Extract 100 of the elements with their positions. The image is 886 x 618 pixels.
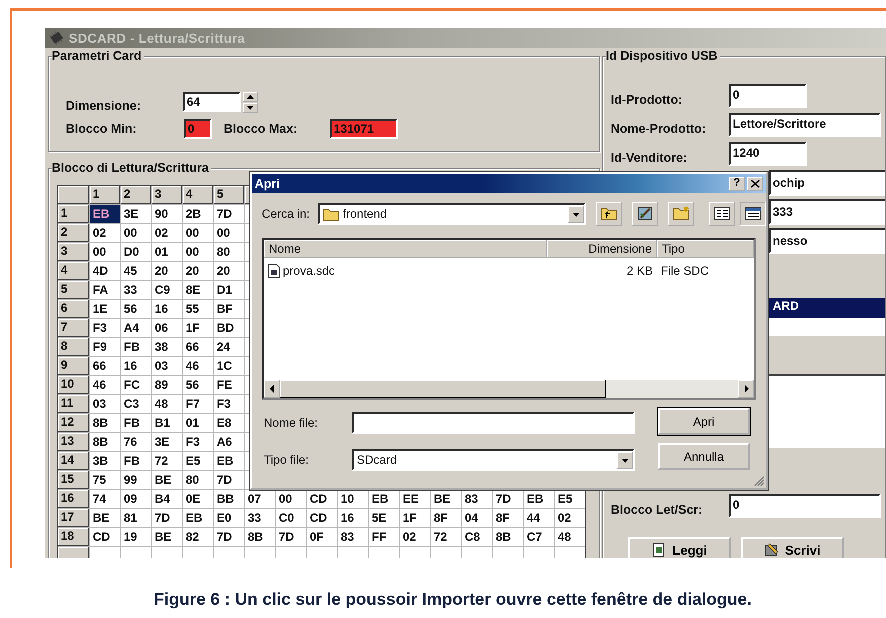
table-cell[interactable]: FE [214,376,244,394]
table-cell[interactable]: 33 [245,509,275,527]
cancel-button[interactable]: Annulla [658,443,750,470]
table-cell[interactable]: 99 [121,471,151,489]
table-cell[interactable]: EB [214,452,244,470]
text-field[interactable]: 0 [729,84,807,108]
table-cell[interactable]: F7 [183,395,213,413]
table-cell[interactable]: 1C [214,357,244,375]
table-cell[interactable]: 16 [338,509,368,527]
table-cell[interactable]: 8B [493,528,523,546]
table-cell[interactable]: 5E [369,509,399,527]
table-cell[interactable]: C3 [121,395,151,413]
table-cell[interactable]: FB [121,338,151,356]
table-cell[interactable]: 02 [152,224,182,242]
table-cell[interactable]: 3B [90,452,120,470]
table-cell[interactable]: 83 [462,490,492,508]
text-field[interactable]: Lettore/Scrittore [729,113,881,137]
table-cell[interactable]: 02 [555,509,585,527]
text-field[interactable] [769,318,885,336]
table-cell[interactable]: 00 [90,243,120,261]
table-cell[interactable]: 03 [90,395,120,413]
table-cell[interactable]: EB [90,205,120,223]
details-view-button[interactable] [740,202,766,226]
folder-dropdown[interactable]: frontend [318,203,586,225]
table-cell[interactable]: 00 [183,243,213,261]
table-cell[interactable]: E0 [214,509,244,527]
text-field[interactable]: ochip [769,170,885,196]
table-cell[interactable]: 24 [214,338,244,356]
table-cell[interactable]: A4 [121,319,151,337]
column-header[interactable]: Tipo [657,240,754,258]
column-header[interactable]: Nome [264,240,547,258]
table-cell[interactable]: 80 [183,471,213,489]
table-cell[interactable]: C0 [276,509,306,527]
table-cell[interactable]: 55 [183,300,213,318]
table-cell[interactable]: 3E [152,433,182,451]
table-cell[interactable]: 8F [493,509,523,527]
table-cell[interactable]: 66 [90,357,120,375]
table-cell[interactable]: 20 [214,262,244,280]
table-cell[interactable]: CD [90,528,120,546]
table-cell[interactable]: 38 [152,338,182,356]
table-cell[interactable]: 90 [152,205,182,223]
table-cell[interactable]: 03 [152,357,182,375]
table-cell[interactable]: EB [369,490,399,508]
open-button[interactable]: Apri [658,408,750,435]
column-header[interactable]: Dimensione [547,240,657,258]
table-cell[interactable]: 04 [462,509,492,527]
text-field[interactable]: 333 [769,199,885,225]
table-cell[interactable]: 45 [121,262,151,280]
table-cell[interactable]: CD [307,490,337,508]
table-cell[interactable]: 16 [152,300,182,318]
table-cell[interactable]: EB [183,509,213,527]
table-cell[interactable]: 48 [555,528,585,546]
text-field[interactable]: 0 [729,494,881,518]
table-cell[interactable]: F3 [214,395,244,413]
up-folder-button[interactable] [596,202,622,226]
desktop-button[interactable] [632,202,658,226]
table-cell[interactable]: 16 [121,357,151,375]
table-cell[interactable]: 46 [183,357,213,375]
alert-field[interactable]: 131071 [330,119,398,139]
table-cell[interactable]: 76 [121,433,151,451]
table-cell[interactable]: 3E [121,205,151,223]
table-cell[interactable]: 72 [431,528,461,546]
table-cell[interactable]: 82 [183,528,213,546]
horizontal-scrollbar[interactable] [264,380,754,398]
table-cell[interactable]: 0E [183,490,213,508]
table-cell[interactable]: 00 [276,490,306,508]
table-cell[interactable]: 1F [400,509,430,527]
file-name[interactable]: prova.sdc [283,264,336,278]
table-cell[interactable]: 48 [152,395,182,413]
table-cell[interactable]: 20 [152,262,182,280]
table-cell[interactable]: 1F [183,319,213,337]
table-cell[interactable]: 02 [90,224,120,242]
table-cell[interactable]: FB [121,452,151,470]
list-view-button[interactable] [709,202,736,226]
table-cell[interactable]: 00 [121,224,151,242]
table-cell[interactable]: 8B [245,528,275,546]
table-cell[interactable]: 8F [431,509,461,527]
text-area[interactable] [769,374,885,448]
table-cell[interactable]: FC [121,376,151,394]
table-cell[interactable]: 66 [183,338,213,356]
table-cell[interactable]: 8B [90,433,120,451]
table-cell[interactable]: C9 [152,281,182,299]
write-button[interactable]: Scrivi [741,537,844,558]
table-cell[interactable]: BE [152,528,182,546]
table-cell[interactable]: CD [307,509,337,527]
table-cell[interactable]: E5 [555,490,585,508]
table-cell[interactable]: 20 [183,262,213,280]
table-cell[interactable]: BE [431,490,461,508]
table-cell[interactable]: 44 [524,509,554,527]
table-cell[interactable]: 75 [90,471,120,489]
table-cell[interactable]: 01 [152,243,182,261]
table-cell[interactable]: 06 [152,319,182,337]
read-button[interactable]: Leggi [628,537,731,558]
table-cell[interactable]: 10 [338,490,368,508]
table-cell[interactable]: D0 [121,243,151,261]
table-cell[interactable]: BE [152,471,182,489]
table-cell[interactable]: 46 [90,376,120,394]
table-cell[interactable]: 1E [90,300,120,318]
table-cell[interactable]: 07 [245,490,275,508]
table-cell[interactable]: FA [90,281,120,299]
